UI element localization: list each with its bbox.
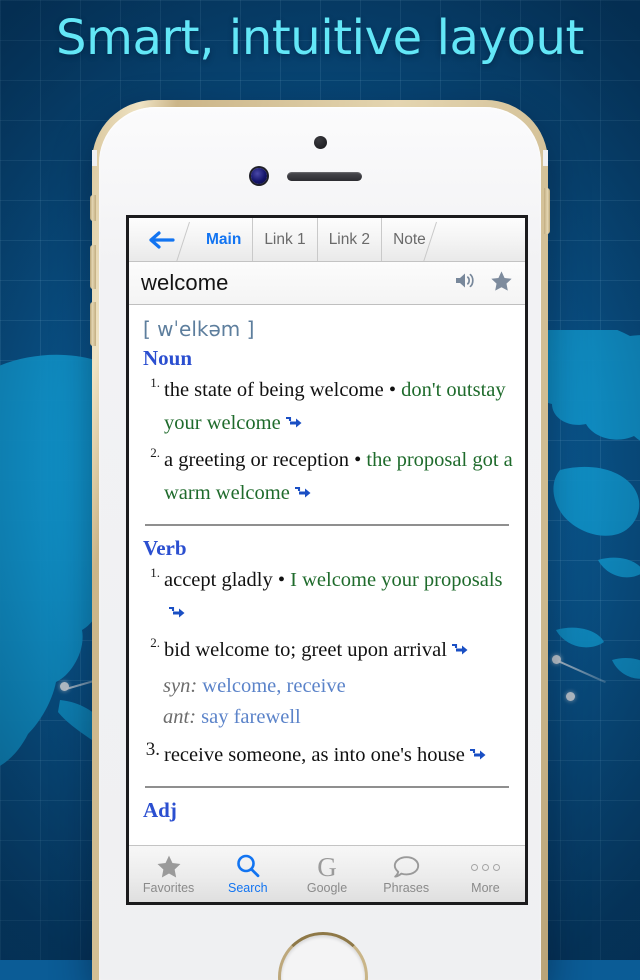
part-of-speech-verb: Verb <box>143 536 187 560</box>
earpiece-speaker <box>287 172 362 181</box>
phone-antenna-right <box>543 150 548 166</box>
section-divider <box>145 786 509 788</box>
definition-content[interactable]: [ wˈelkəm ] Noun 1. the state of being w… <box>129 305 525 845</box>
search-icon <box>235 853 261 879</box>
sense-text: accept gladly • I welcome your proposals <box>164 564 513 631</box>
sense-definition: bid welcome to; greet upon arrival <box>164 639 447 661</box>
sense-item: 3. receive someone, as into one's house <box>141 739 513 773</box>
go-to-arrow-icon[interactable] <box>168 598 185 631</box>
tab-note[interactable]: Note <box>381 218 437 261</box>
synonym-row: syn: welcome, receive <box>163 671 513 702</box>
go-to-arrow-icon[interactable] <box>294 478 311 511</box>
sense-bullet: • <box>277 569 286 591</box>
bottom-tab-more[interactable]: More <box>446 853 525 895</box>
page-title: Smart, intuitive layout <box>56 10 584 66</box>
phone-power-button <box>544 188 550 234</box>
sense-number: 2. <box>150 635 160 650</box>
bottom-tab-label: Search <box>228 881 268 895</box>
section-divider <box>145 524 509 526</box>
bottom-tab-search[interactable]: Search <box>208 853 287 895</box>
sense-text: receive someone, as into one's house <box>164 739 513 773</box>
phone-volume-up-button <box>90 245 96 289</box>
bottom-tab-label: More <box>471 881 500 895</box>
sense-definition: accept gladly <box>164 569 273 591</box>
synonym-label: syn: <box>163 675 198 697</box>
synonym-values[interactable]: welcome, receive <box>202 675 345 697</box>
star-icon <box>156 853 182 879</box>
tab-link-2[interactable]: Link 2 <box>316 218 381 261</box>
proximity-sensor <box>314 136 327 149</box>
phone-device: Main Link 1 Link 2 Note welcome [wˈelkə… <box>90 100 550 980</box>
google-g-icon: G <box>317 852 337 882</box>
headword-bar: welcome <box>129 262 525 305</box>
star-icon <box>490 270 513 297</box>
antonym-row: ant: say farewell <box>163 702 513 733</box>
sense-text: bid welcome to; greet upon arrival <box>164 634 513 668</box>
go-to-arrow-icon[interactable] <box>451 635 468 668</box>
bottom-tab-bar: Favorites Search G Google Phrases More <box>129 845 525 902</box>
sense-item: 1. the state of being welcome • don't ou… <box>141 374 513 441</box>
phone-mute-switch <box>90 195 96 221</box>
speaker-icon <box>454 271 476 295</box>
sense-number: 2. <box>150 445 160 460</box>
phone-antenna-left <box>92 150 97 166</box>
sense-number: 1. <box>150 565 160 580</box>
tab-main[interactable]: Main <box>195 218 252 261</box>
sense-definition: the state of being welcome <box>164 379 384 401</box>
headword-text: welcome <box>141 270 229 295</box>
antonym-label: ant: <box>163 706 197 728</box>
sense-definition: a greeting or reception <box>164 449 349 471</box>
sense-text: a greeting or reception • the proposal g… <box>164 444 513 511</box>
sense-bullet: • <box>354 449 362 471</box>
top-navigation-bar: Main Link 1 Link 2 Note <box>129 218 525 262</box>
bottom-tab-label: Google <box>306 881 348 895</box>
phone-volume-down-button <box>90 302 96 346</box>
tab-slant-right <box>436 222 449 257</box>
bottom-tab-phrases[interactable]: Phrases <box>367 853 446 895</box>
bottom-tab-favorites[interactable]: Favorites <box>129 853 208 895</box>
tab-link-1[interactable]: Link 1 <box>252 218 316 261</box>
home-button[interactable] <box>278 932 368 980</box>
antonym-values[interactable]: say farewell <box>201 706 301 728</box>
sense-bullet: • <box>388 379 397 401</box>
ellipsis-icon <box>470 853 500 879</box>
part-of-speech-noun: Noun <box>143 346 193 370</box>
sense-text: the state of being welcome • don't outst… <box>164 374 513 441</box>
phonetic-transcription: [ wˈelkəm ] <box>143 317 255 341</box>
bottom-tab-google[interactable]: G Google <box>287 852 366 896</box>
back-button[interactable] <box>129 218 195 261</box>
phone-screen: Main Link 1 Link 2 Note welcome [wˈelkə… <box>126 215 528 905</box>
sense-number: 1. <box>150 375 160 390</box>
go-to-arrow-icon[interactable] <box>469 740 486 773</box>
sense-example: I welcome your proposals <box>290 569 503 591</box>
favorite-button[interactable] <box>490 270 513 297</box>
sense-definition: receive someone, as into one's house <box>164 744 465 766</box>
sense-item: 2. a greeting or reception • the proposa… <box>141 444 513 511</box>
go-to-arrow-icon[interactable] <box>285 408 302 441</box>
speech-bubble-icon <box>393 853 420 879</box>
front-camera <box>251 168 267 184</box>
pronounce-button[interactable] <box>454 271 476 295</box>
back-arrow-icon <box>148 230 176 250</box>
bottom-tab-label: Favorites <box>142 881 195 895</box>
bottom-tab-label: Phrases <box>383 881 430 895</box>
part-of-speech-adj: Adj <box>143 798 177 822</box>
sense-number: 3. <box>145 739 160 760</box>
sense-item: 1. accept gladly • I welcome your propos… <box>141 564 513 631</box>
sense-item: 2. bid welcome to; greet upon arrival <box>141 634 513 668</box>
phone-front-face: Main Link 1 Link 2 Note welcome [wˈelkə… <box>99 107 541 980</box>
